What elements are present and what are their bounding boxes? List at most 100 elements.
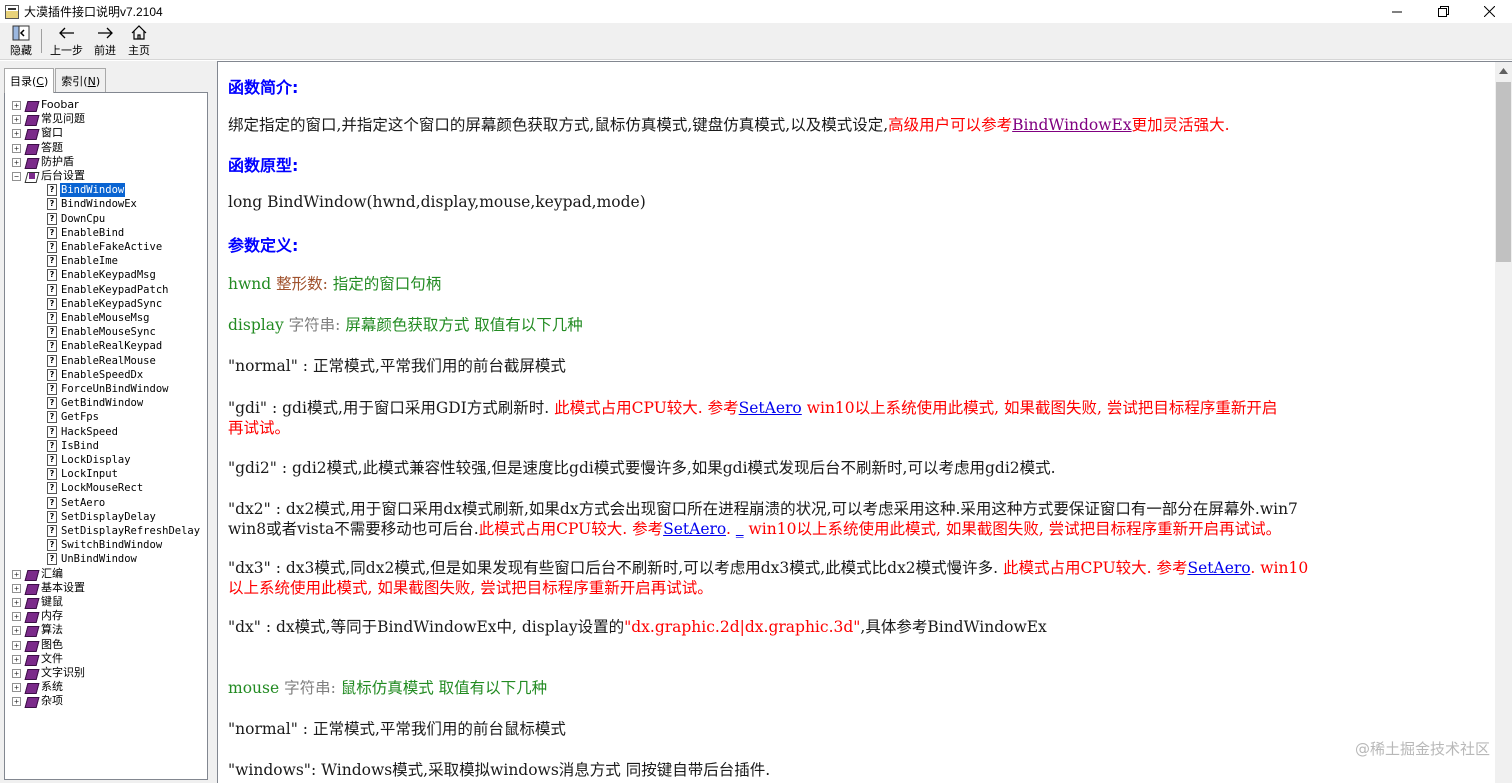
tree-book[interactable]: + Foobar	[12, 98, 79, 112]
param-mouse-desc: 鼠标仿真模式 取值有以下几种	[340, 679, 548, 697]
scroll-up-icon	[1499, 67, 1508, 74]
tree-topic[interactable]: ? BindWindowEx	[47, 197, 138, 211]
tree-topic[interactable]: ? EnableSpeedDx	[47, 368, 144, 382]
tree-topic[interactable]: ? LockMouseRect	[47, 481, 144, 495]
tree-book[interactable]: + 文件	[12, 652, 63, 666]
tree-book[interactable]: − 后台设置	[12, 169, 85, 183]
expand-icon[interactable]: +	[12, 696, 21, 706]
expand-icon[interactable]: +	[12, 668, 21, 678]
expand-icon[interactable]: +	[12, 611, 21, 621]
tree-topic[interactable]: ? EnableRealKeypad	[47, 339, 163, 353]
heading-params: 参数定义:	[228, 236, 299, 255]
tree-topic[interactable]: ? EnableIme	[47, 254, 119, 268]
maximize-button[interactable]	[1420, 0, 1466, 23]
param-mouse-name: mouse	[228, 679, 280, 697]
scroll-up-button[interactable]	[1495, 62, 1512, 79]
minimize-button[interactable]	[1374, 0, 1420, 23]
tree-topic[interactable]: ? SetDisplayDelay	[47, 510, 157, 524]
tree-book[interactable]: + 基本设置	[12, 581, 85, 595]
hide-button[interactable]: 隐藏	[4, 23, 38, 59]
tree-topic[interactable]: ? SwitchBindWindow	[47, 538, 163, 552]
display-gdi: "gdi" : gdi模式,用于窗口采用GDI方式刷新时. 此模式占用CPU较大…	[228, 396, 1277, 418]
expand-icon[interactable]: +	[12, 583, 21, 593]
scrollbar-thumb[interactable]	[1496, 82, 1511, 262]
expand-icon[interactable]: +	[12, 654, 21, 664]
tree-topic[interactable]: ? EnableFakeActive	[47, 240, 163, 254]
display-dx3-line1: "dx3" : dx3模式,同dx2模式,但是如果发现有些窗口后台不刷新时,可以…	[228, 556, 1308, 578]
expand-icon[interactable]: +	[12, 157, 21, 167]
expand-icon[interactable]: +	[12, 597, 21, 607]
tree-topic[interactable]: ? GetFps	[47, 410, 100, 424]
tab-contents[interactable]: 目录(C)	[4, 68, 55, 93]
tree-topic[interactable]: ? IsBind	[47, 439, 100, 453]
tree-topic[interactable]: ? UnBindWindow	[47, 552, 138, 566]
tree-topic[interactable]: ? SetDisplayRefreshDelay	[47, 524, 201, 538]
tree-topic[interactable]: ? EnableKeypadPatch	[47, 283, 169, 297]
link-setaero-dx2[interactable]: SetAero	[663, 520, 726, 538]
vertical-scrollbar[interactable]	[1495, 62, 1512, 783]
expand-icon[interactable]: +	[12, 114, 21, 124]
contents-tree[interactable]: + Foobar + 常见问题 + 窗口 + 答题 + 防护盾 − 后台设置? BindWindow? B…	[4, 92, 208, 780]
tree-book[interactable]: + 算法	[12, 623, 63, 637]
tree-book[interactable]: + 图色	[12, 638, 63, 652]
home-button[interactable]: 主页	[122, 23, 156, 59]
tree-topic[interactable]: ? EnableKeypadSync	[47, 297, 163, 311]
tree-topic[interactable]: ? HackSpeed	[47, 425, 119, 439]
tree-book[interactable]: + 杂项	[12, 694, 63, 708]
link-bindwindowex[interactable]: BindWindowEx	[1012, 116, 1131, 134]
display-dx2-dot: .	[725, 520, 731, 538]
tab-index-label: 索引(N)	[61, 74, 101, 88]
expand-icon[interactable]: +	[12, 128, 21, 138]
tree-book[interactable]: + 常见问题	[12, 112, 85, 126]
expand-icon[interactable]: +	[12, 100, 21, 110]
tree-topic[interactable]: ? LockInput	[47, 467, 119, 481]
tree-book[interactable]: + 键鼠	[12, 595, 63, 609]
tree-topic[interactable]: ? LockDisplay	[47, 453, 132, 467]
tree-topic-label: LockMouseRect	[61, 482, 144, 494]
expand-icon[interactable]: +	[12, 143, 21, 153]
tree-book[interactable]: + 系统	[12, 680, 63, 694]
tree-topic[interactable]: ? SetAero	[47, 496, 106, 510]
close-button[interactable]	[1466, 0, 1512, 23]
tree-book[interactable]: + 文字识别	[12, 666, 85, 680]
tree-book[interactable]: + 答题	[12, 141, 63, 155]
book-icon	[25, 157, 38, 168]
display-dx3-text: "dx3" : dx3模式,同dx2模式,但是如果发现有些窗口后台不刷新时,可以…	[228, 559, 999, 577]
help-page-icon: ?	[47, 511, 57, 523]
param-hwnd-desc: 指定的窗口句柄	[332, 275, 442, 293]
back-button[interactable]: 上一步	[45, 23, 88, 59]
link-setaero-dx3[interactable]: SetAero	[1188, 559, 1251, 577]
help-page-icon: ?	[47, 340, 57, 352]
tree-book[interactable]: + 内存	[12, 609, 63, 623]
intro-paragraph: 绑定指定的窗口,并指定这个窗口的屏幕颜色获取方式,鼠标仿真模式,键盘仿真模式,以…	[228, 113, 1230, 135]
expand-icon[interactable]: +	[12, 569, 21, 579]
tree-topic[interactable]: ? EnableMouseSync	[47, 325, 157, 339]
link-setaero[interactable]: SetAero	[739, 399, 802, 417]
tree-book-label: 算法	[41, 623, 63, 636]
expand-icon[interactable]: +	[12, 625, 21, 635]
display-dx-value: "dx.graphic.2d|dx.graphic.3d"	[624, 618, 861, 636]
tree-book[interactable]: + 汇编	[12, 567, 63, 581]
home-label: 主页	[128, 43, 150, 57]
tree-topic-label: BindWindowEx	[61, 198, 137, 210]
book-icon	[25, 569, 38, 580]
expand-icon[interactable]: +	[12, 682, 21, 692]
tree-topic[interactable]: ? ForceUnBindWindow	[47, 382, 169, 396]
tree-topic-label: EnableMouseSync	[61, 326, 156, 338]
forward-button[interactable]: 前进	[88, 23, 122, 59]
tree-topic[interactable]: ? EnableMouseMsg	[47, 311, 151, 325]
tree-book[interactable]: + 窗口	[12, 126, 63, 140]
tab-index[interactable]: 索引(N)	[55, 68, 107, 92]
tree-topic[interactable]: ? GetBindWindow	[47, 396, 144, 410]
tree-topic[interactable]: ? EnableRealMouse	[47, 354, 157, 368]
tree-topic[interactable]: ? BindWindow	[47, 182, 127, 198]
param-display: display 字符串: 屏幕颜色获取方式 取值有以下几种	[228, 313, 583, 335]
tree-topic[interactable]: ? DownCpu	[47, 212, 106, 226]
expand-icon[interactable]: +	[12, 640, 21, 650]
tree-book[interactable]: + 防护盾	[12, 155, 74, 169]
collapse-icon[interactable]: −	[12, 171, 21, 181]
tree-topic[interactable]: ? EnableKeypadMsg	[47, 268, 157, 282]
display-normal: "normal" : 正常模式,平常我们用的前台截屏模式	[228, 357, 566, 375]
home-icon	[131, 25, 147, 41]
tree-topic[interactable]: ? EnableBind	[47, 226, 125, 240]
